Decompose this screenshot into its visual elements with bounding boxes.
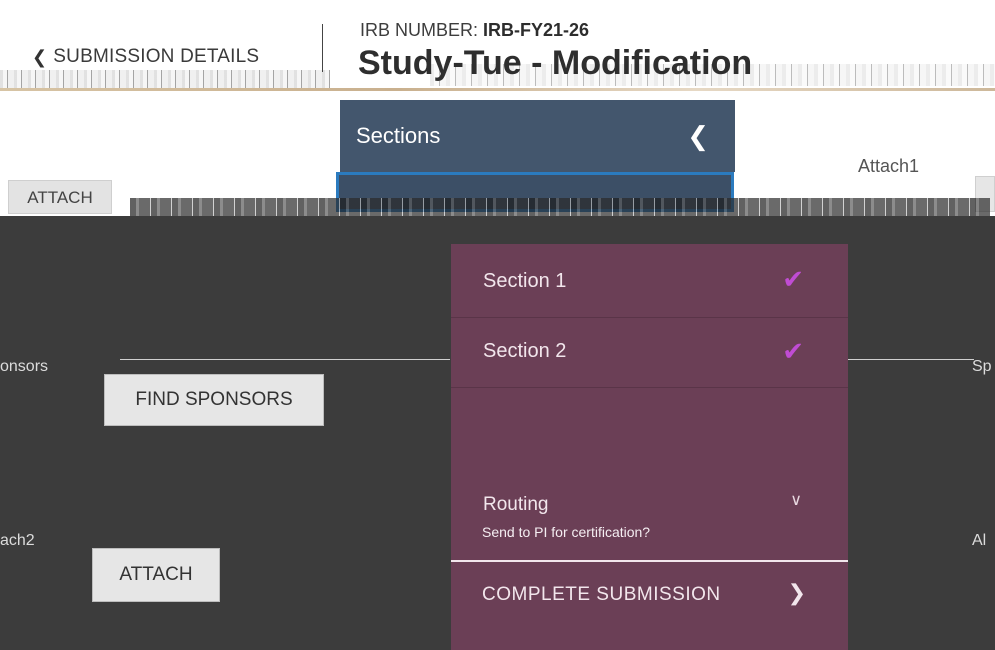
header-divider [322,24,323,72]
find-sponsors-button[interactable]: FIND SPONSORS [104,374,324,426]
page-header: ❮ SUBMISSION DETAILS IRB NUMBER: IRB-FY2… [0,0,995,92]
collapse-chevron-icon[interactable]: ❮ [687,121,709,152]
complete-separator [451,560,848,562]
routing-title: Routing [483,494,549,515]
attach2-label-right: Al [972,532,987,549]
sponsors-label-right: Sp [972,358,992,375]
section-navigation-panel: Section 1 ✔ Section 2 ✔ Routing Send to … [451,244,848,650]
study-title: Study-Tue - Modification [358,44,753,82]
complete-submission-label: COMPLETE SUBMISSION [482,584,721,605]
back-to-submission-details-link[interactable]: ❮ SUBMISSION DETAILS [32,44,259,70]
render-artifact-band [130,198,990,216]
sponsors-divider [120,359,450,360]
sections-panel-header: Sections ❮ [340,100,735,172]
attach-button[interactable]: ATTACH [92,548,220,602]
routing-subtitle: Send to PI for certification? [482,524,651,540]
attach2-label: ach2 [0,532,35,549]
attach-button-top[interactable]: ATTACH [8,180,112,214]
nav-item-label: Section 2 [483,340,567,362]
header-underline [0,88,995,91]
chevron-right-icon: ❯ [787,580,806,605]
attach1-label: Attach1 [858,156,920,176]
nav-item-label: Section 1 [483,270,567,292]
checkmark-icon: ✔ [782,264,804,294]
sponsors-divider-right [848,359,974,360]
checkmark-icon: ✔ [782,336,804,366]
irb-number: IRB NUMBER: IRB-FY21-26 [360,20,590,40]
chevron-left-icon: ❮ [32,46,48,67]
chevron-down-icon: ∨ [790,492,802,509]
sections-title: Sections [356,123,441,148]
back-link-label: SUBMISSION DETAILS [53,46,260,67]
nav-item-section-2[interactable]: Section 2 ✔ [451,318,848,388]
nav-item-section-1[interactable]: Section 1 ✔ [451,244,848,318]
sponsors-label: onsors [0,358,49,375]
